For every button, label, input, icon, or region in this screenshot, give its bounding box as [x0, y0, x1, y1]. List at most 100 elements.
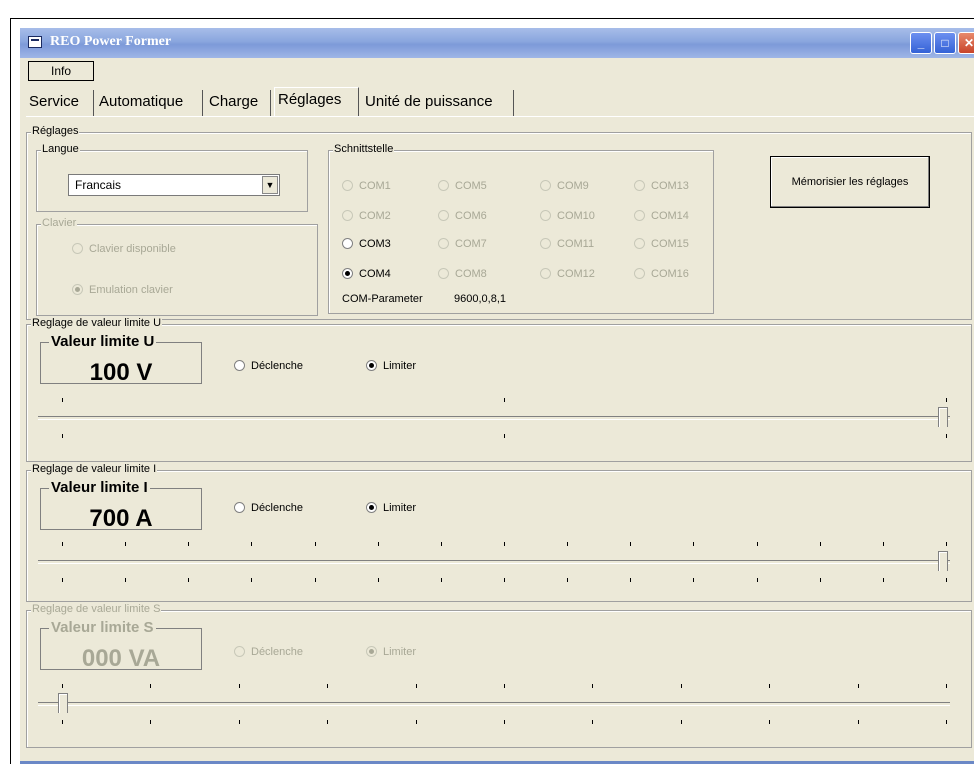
schnittstelle-legend: Schnittstelle	[333, 143, 395, 155]
radio-label: Déclenche	[251, 360, 303, 372]
slider-tick	[681, 684, 682, 688]
langue-select[interactable]: Francais ▼	[68, 174, 280, 196]
radio-com11[interactable]: COM11	[540, 238, 594, 250]
slider-tick	[188, 578, 189, 582]
slider-tick	[946, 434, 947, 438]
close-button[interactable]: ✕	[958, 32, 974, 54]
title-bar[interactable]: REO Power Former _ □ ✕	[20, 28, 974, 58]
schnittstelle-group: Schnittstelle	[328, 143, 714, 314]
radio-com16[interactable]: COM16	[634, 268, 689, 280]
limit-i-limiter[interactable]: Limiter	[366, 502, 416, 514]
slider-tick	[630, 578, 631, 582]
slider-thumb[interactable]	[938, 407, 948, 427]
radio-label: Clavier disponible	[89, 243, 176, 255]
radio-icon	[72, 243, 83, 254]
radio-label: Limiter	[383, 502, 417, 514]
radio-icon	[234, 502, 245, 513]
radio-icon	[634, 268, 645, 279]
limit-u-limiter[interactable]: Limiter	[366, 360, 416, 372]
slider-tick	[441, 578, 442, 582]
radio-com4[interactable]: COM4	[342, 268, 391, 280]
radio-icon	[540, 180, 551, 191]
slider-track	[38, 416, 950, 420]
radio-com13[interactable]: COM13	[634, 180, 689, 192]
minimize-button[interactable]: _	[910, 32, 932, 54]
tab-reglages[interactable]: Réglages	[274, 87, 359, 117]
radio-icon	[366, 360, 377, 371]
slider-tick	[757, 578, 758, 582]
tab-unite-de-puissance[interactable]: Unité de puissance	[362, 90, 514, 116]
slider-tick	[315, 542, 316, 546]
radio-com10[interactable]: COM10	[540, 210, 595, 222]
langue-selected: Francais	[75, 178, 122, 192]
limit-s-limiter[interactable]: Limiter	[366, 646, 416, 658]
radio-label: COM13	[651, 180, 689, 192]
slider-track	[38, 560, 950, 564]
slider-tick	[504, 684, 505, 688]
slider-tick	[946, 578, 947, 582]
radio-com7[interactable]: COM7	[438, 238, 487, 250]
slider-tick	[757, 542, 758, 546]
radio-icon	[342, 180, 353, 191]
radio-com12[interactable]: COM12	[540, 268, 595, 280]
limit-s-declenche[interactable]: Déclenche	[234, 646, 303, 658]
radio-com1[interactable]: COM1	[342, 180, 391, 192]
slider-tick	[504, 720, 505, 724]
slider-tick	[504, 542, 505, 546]
limit-s-value-box: Valeur limite S 000 VA	[40, 619, 202, 672]
radio-label: COM9	[557, 180, 589, 192]
chevron-down-icon[interactable]: ▼	[262, 176, 278, 194]
close-icon: ✕	[963, 36, 974, 50]
radio-emulation-clavier[interactable]: Emulation clavier	[72, 284, 173, 296]
radio-icon	[438, 268, 449, 279]
slider-tick	[150, 720, 151, 724]
radio-com8[interactable]: COM8	[438, 268, 487, 280]
radio-com6[interactable]: COM6	[438, 210, 487, 222]
slider-tick	[592, 684, 593, 688]
radio-icon	[438, 238, 449, 249]
slider-thumb[interactable]	[938, 551, 948, 571]
tab-automatique[interactable]: Automatique	[96, 90, 203, 116]
slider-tick	[820, 578, 821, 582]
slider-tick	[251, 578, 252, 582]
slider-tick	[769, 720, 770, 724]
slider-tick	[125, 542, 126, 546]
slider-tick	[378, 542, 379, 546]
minimize-icon: _	[917, 36, 925, 50]
radio-com14[interactable]: COM14	[634, 210, 689, 222]
radio-icon	[234, 360, 245, 371]
slider-tick	[946, 720, 947, 724]
radio-icon	[438, 210, 449, 221]
limit-i-declenche[interactable]: Déclenche	[234, 502, 303, 514]
reglages-legend: Réglages	[31, 125, 80, 137]
radio-clavier-disponible[interactable]: Clavier disponible	[72, 243, 176, 255]
radio-icon	[438, 180, 449, 191]
slider-tick	[150, 684, 151, 688]
slider-tick	[327, 720, 328, 724]
slider-tick	[188, 542, 189, 546]
radio-com5[interactable]: COM5	[438, 180, 487, 192]
slider-tick	[327, 684, 328, 688]
slider-tick	[858, 684, 859, 688]
radio-label: COM14	[651, 210, 689, 222]
radio-com9[interactable]: COM9	[540, 180, 589, 192]
tab-charge[interactable]: Charge	[206, 90, 271, 116]
radio-com3[interactable]: COM3	[342, 238, 391, 250]
maximize-button[interactable]: □	[934, 32, 956, 54]
radio-com15[interactable]: COM15	[634, 238, 689, 250]
save-settings-button[interactable]: Mémorisier les réglages	[770, 156, 930, 208]
radio-com2[interactable]: COM2	[342, 210, 391, 222]
slider-tick	[883, 578, 884, 582]
radio-label: COM3	[359, 238, 391, 250]
slider-track	[38, 702, 950, 706]
slider-tick	[62, 398, 63, 402]
limit-u-declenche[interactable]: Déclenche	[234, 360, 303, 372]
radio-icon	[342, 210, 353, 221]
tab-service[interactable]: Service	[26, 90, 94, 116]
slider-tick	[504, 578, 505, 582]
limit-u-value: 100 V	[89, 359, 153, 386]
slider-thumb[interactable]	[58, 693, 68, 713]
slider-tick	[62, 720, 63, 724]
slider-tick	[567, 578, 568, 582]
menu-info[interactable]: Info	[28, 61, 94, 81]
